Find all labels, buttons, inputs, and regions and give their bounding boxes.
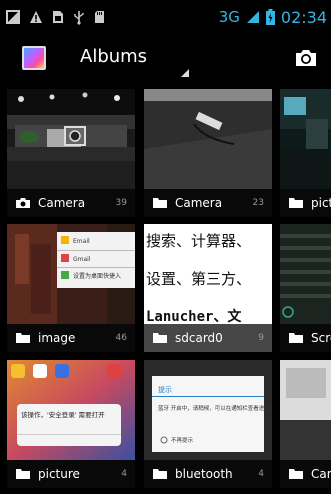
album-count: 4 [258, 469, 264, 479]
album-tile-image[interactable]: Email Gmail 设置为桌面快捷入 image 46 [7, 224, 135, 352]
warning-icon [30, 11, 42, 23]
album-thumbnail [7, 89, 135, 189]
clock: 02:34 [280, 7, 327, 27]
thumb-text: 该操作，'安全登录' 需要打开 [21, 410, 105, 419]
status-bar: 3G 02:34 [0, 0, 331, 33]
menu-item-text: Email [73, 238, 90, 245]
album-tile-camera[interactable]: Camera 39 [7, 89, 135, 217]
album-caption: sdcard0 9 [144, 324, 272, 352]
album-thumbnail: 该操作，'安全登录' 需要打开 [7, 360, 135, 460]
album-count: 9 [258, 333, 264, 343]
network-type-label: 3G [218, 8, 240, 26]
thumb-text: 搜索、计算器、 [146, 232, 251, 250]
album-name: sdcard0 [175, 331, 223, 345]
album-count: 23 [252, 198, 264, 208]
usb-icon [74, 10, 84, 25]
album-tile-pictu[interactable]: pictu [280, 89, 331, 217]
album-thumbnail [280, 224, 331, 324]
status-icons: 3G 02:34 [219, 6, 327, 28]
album-tile-sdcard0[interactable]: 搜索、计算器、 设置、第三方、 Lanucher、文 sdcard0 9 [144, 224, 272, 352]
album-thumbnail: 搜索、计算器、 设置、第三方、 Lanucher、文 [144, 224, 272, 324]
notification-icons [6, 9, 105, 25]
folder-icon [153, 333, 167, 343]
signal-icon [246, 11, 259, 23]
folder-icon [153, 198, 167, 208]
album-name: Camera [175, 196, 223, 210]
album-caption: picture 4 [7, 460, 135, 488]
spinner-indicator-icon[interactable] [181, 69, 189, 77]
folder-icon [16, 333, 30, 343]
camera-icon [16, 198, 30, 208]
album-caption: Camera 39 [7, 189, 135, 217]
album-name: Scre [311, 331, 331, 345]
album-thumbnail: Email Gmail 设置为桌面快捷入 [7, 224, 135, 324]
action-bar [0, 33, 331, 85]
menu-item-text: Gmail [73, 256, 91, 263]
dialog-checkbox-label: 不再提示 [171, 436, 194, 444]
album-thumbnail: 提示 蓝牙 开启中，请稍候，可以在通知栏查看进度。 不再提示 [144, 360, 272, 460]
album-count: 39 [115, 198, 127, 208]
album-tile-picture[interactable]: 该操作，'安全登录' 需要打开 picture 4 [7, 360, 135, 488]
album-caption: Scre [280, 324, 331, 352]
album-tile-bluetooth[interactable]: 提示 蓝牙 开启中，请稍候，可以在通知栏查看进度。 不再提示 bluetooth… [144, 360, 272, 488]
image-notification-icon [6, 10, 20, 24]
folder-icon [16, 469, 30, 479]
sim-card-icon [53, 11, 63, 23]
album-caption: Cam [280, 460, 331, 488]
folder-icon [289, 469, 303, 479]
album-tile-camera-2[interactable]: Camera 23 [144, 89, 272, 217]
album-name: picture [38, 467, 80, 481]
camera-icon[interactable] [294, 48, 318, 68]
battery-icon [265, 9, 275, 25]
sd-card-icon [95, 11, 104, 23]
album-thumbnail [280, 89, 331, 189]
album-thumbnail [144, 89, 272, 189]
album-thumbnail [280, 360, 331, 460]
dialog-title: 提示 [158, 385, 172, 394]
menu-item-text: 设置为桌面快捷入 [73, 272, 121, 280]
gallery-app-icon[interactable] [22, 46, 46, 70]
album-name: bluetooth [175, 467, 233, 481]
album-caption: bluetooth 4 [144, 460, 272, 488]
dialog-body: 蓝牙 开启中，请稍候，可以在通知栏查看进度。 [158, 404, 272, 412]
album-name: image [38, 331, 76, 345]
thumb-text: Lanucher、文 [146, 308, 242, 324]
album-name: Camera [38, 196, 86, 210]
album-name: pictu [311, 196, 331, 210]
album-caption: image 46 [7, 324, 135, 352]
album-view-spinner-label[interactable]: Albums [80, 46, 147, 67]
folder-icon [289, 198, 303, 208]
folder-icon [153, 469, 167, 479]
album-caption: pictu [280, 189, 331, 217]
album-count: 46 [115, 333, 127, 343]
folder-icon [289, 333, 303, 343]
album-count: 4 [121, 469, 127, 479]
album-tile-cam[interactable]: Cam [280, 360, 331, 488]
album-name: Cam [311, 467, 331, 481]
thumb-text: 设置、第三方、 [146, 270, 251, 288]
album-caption: Camera 23 [144, 189, 272, 217]
album-tile-scre[interactable]: Scre [280, 224, 331, 352]
